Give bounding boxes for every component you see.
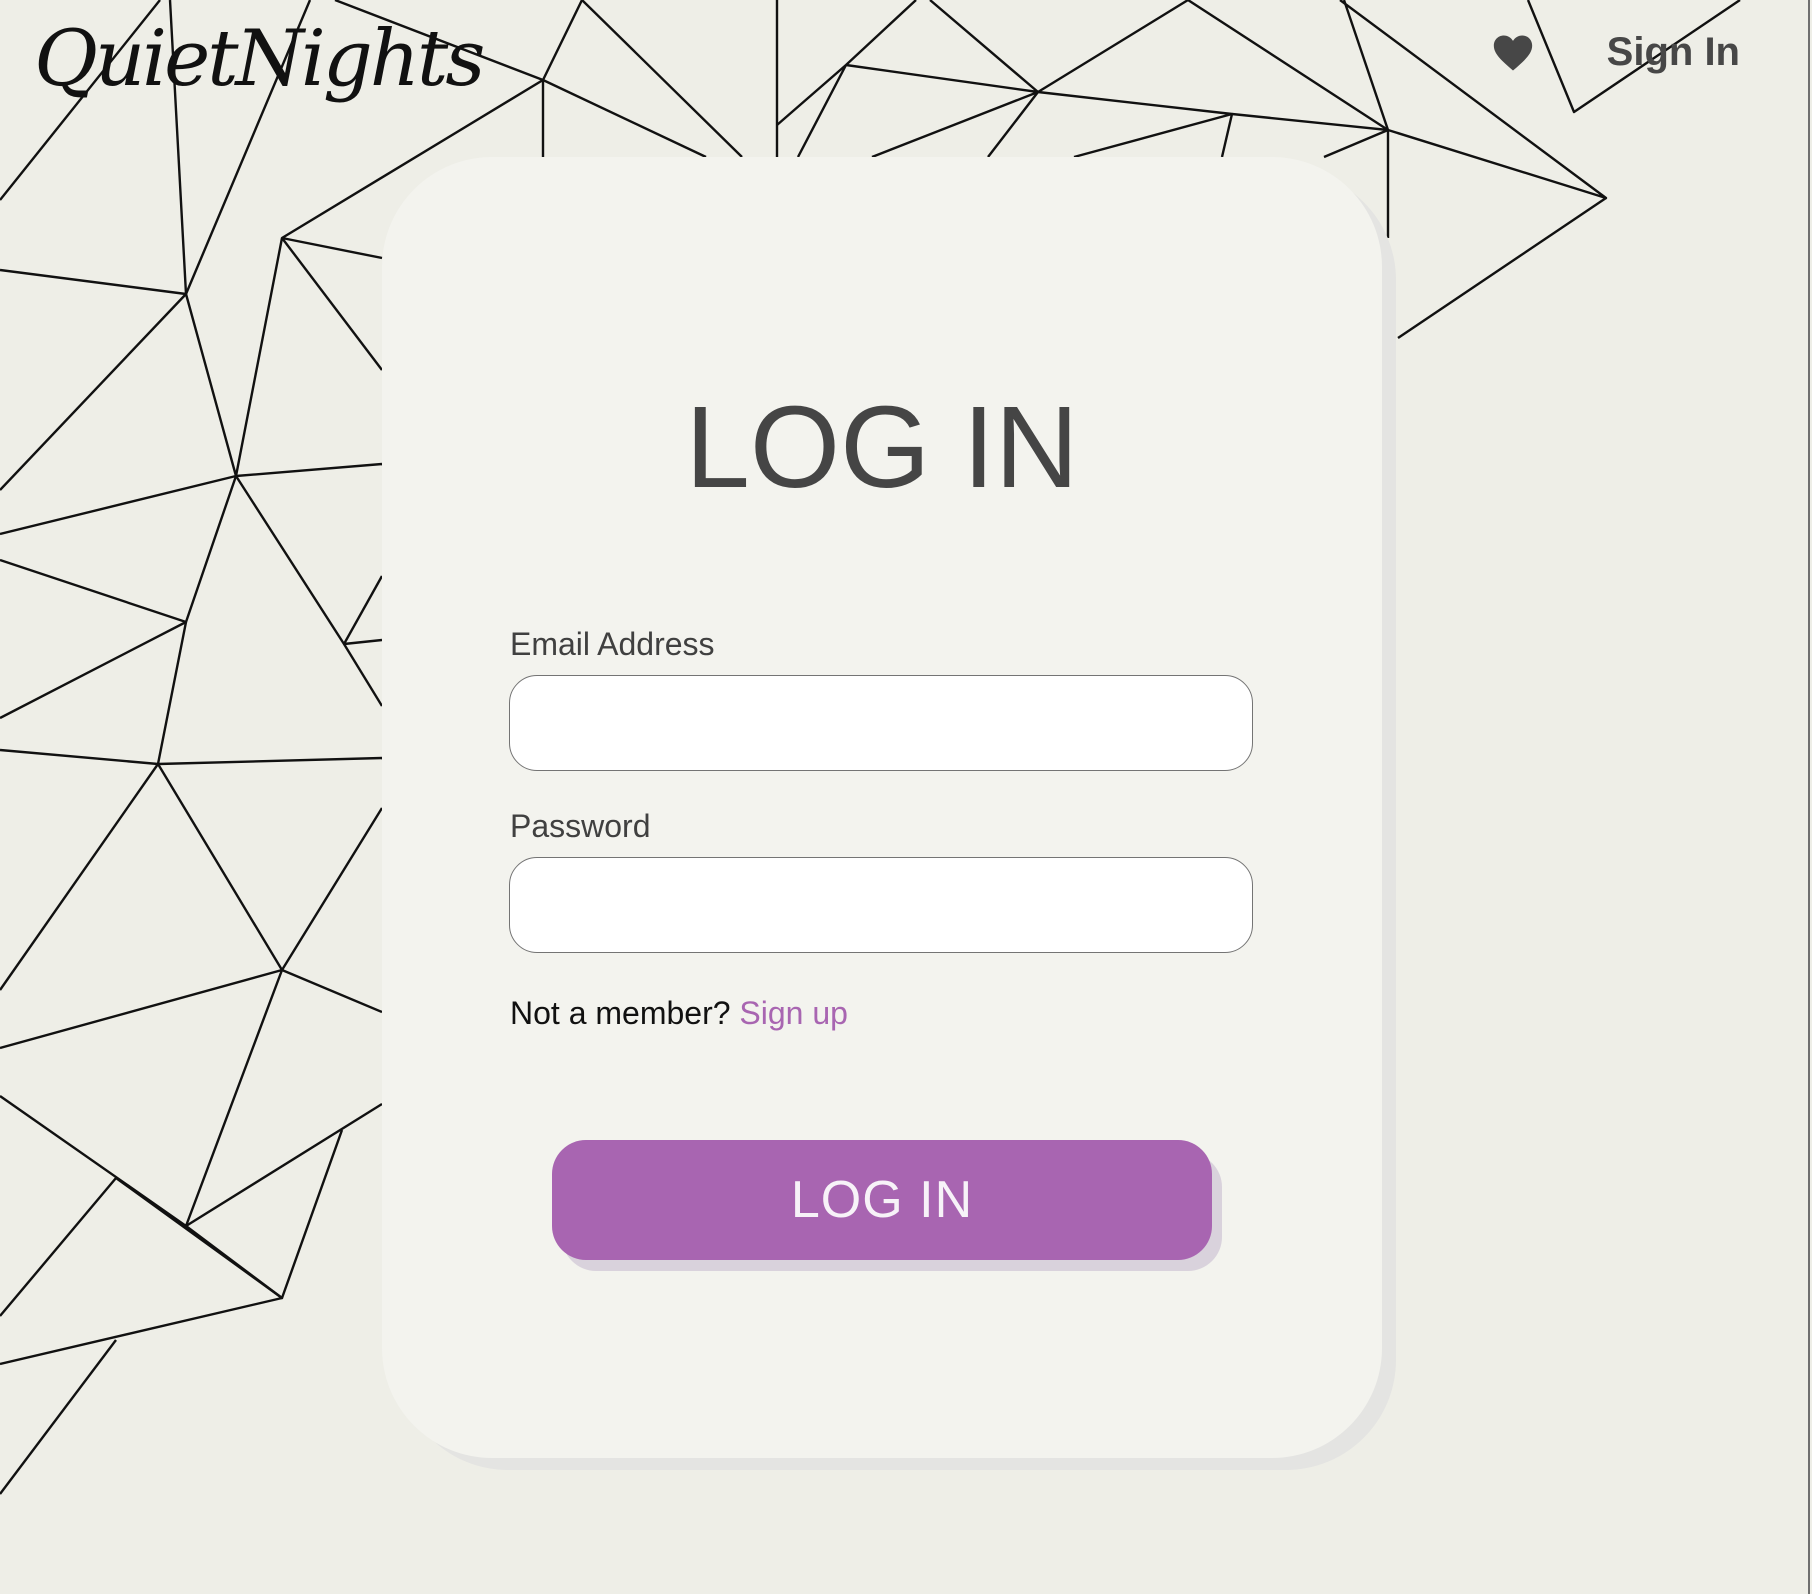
password-field[interactable] (509, 857, 1253, 953)
sign-in-link[interactable]: Sign In (1607, 30, 1740, 75)
password-label: Password (510, 808, 651, 844)
signup-prompt: Not a member? Sign up (510, 997, 848, 1029)
login-card: LOG IN Email Address Password Not a memb… (382, 157, 1382, 1458)
page-edge-divider (1808, 0, 1810, 1594)
login-title: LOG IN (685, 382, 1079, 512)
header-nav: Sign In (1493, 30, 1740, 75)
signup-link[interactable]: Sign up (739, 995, 848, 1031)
email-label: Email Address (510, 626, 715, 662)
email-field[interactable] (509, 675, 1253, 771)
site-logo[interactable]: QuietNights (34, 20, 485, 98)
heart-icon[interactable] (1493, 34, 1533, 72)
member-prompt-text: Not a member? (510, 995, 731, 1031)
login-button[interactable]: LOG IN (552, 1140, 1212, 1260)
